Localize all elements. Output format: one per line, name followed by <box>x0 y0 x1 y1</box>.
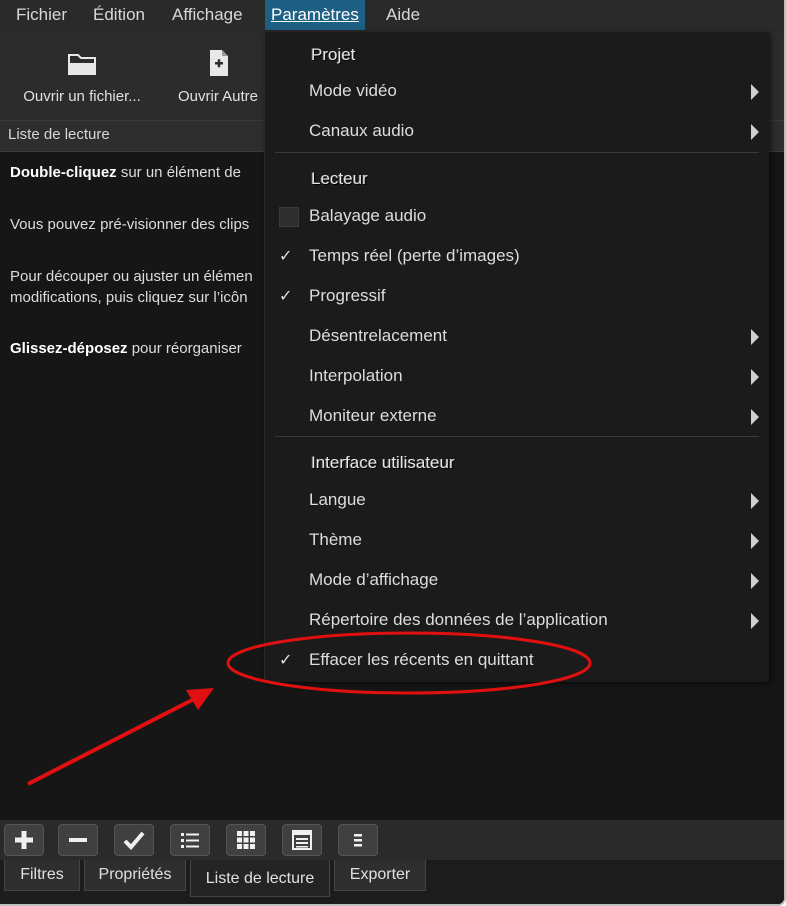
help-bold-1: Double-cliquez <box>10 164 117 181</box>
menu-item-balayage-audio[interactable]: Balayage audio <box>265 197 769 237</box>
menu-edition[interactable]: Édition <box>87 0 151 30</box>
help-text-4: pour réorganiser <box>127 340 242 357</box>
help-line-3b: modifications, puis cliquez sur l’icôn <box>10 289 248 306</box>
help-line-1: Double-cliquez sur un élément de <box>10 162 241 183</box>
tab-proprietes[interactable]: Propriétés <box>84 860 186 891</box>
menu-item-desentrelacement[interactable]: Désentrelacement <box>265 317 769 357</box>
plus-icon <box>15 831 33 849</box>
dock-tabs: Filtres Propriétés Liste de lecture Expo… <box>0 860 784 904</box>
file-plus-icon <box>210 50 228 76</box>
table-icon <box>292 830 312 850</box>
open-other-label: Ouvrir Autre <box>177 88 259 105</box>
submenu-arrow-icon <box>751 533 759 549</box>
help-line-3a: Pour découper ou ajuster un élémen <box>10 268 253 285</box>
menu-item-mode-affichage[interactable]: Mode d’affichage <box>265 561 769 601</box>
menu-item-mode-video[interactable]: Mode vidéo <box>265 72 769 112</box>
temps-reel-label: Temps réel (perte d’images) <box>309 246 520 265</box>
theme-label: Thème <box>309 530 362 549</box>
langue-label: Langue <box>309 490 366 509</box>
menu-item-repertoire[interactable]: Répertoire des données de l’application <box>265 601 769 641</box>
add-button[interactable] <box>4 824 44 856</box>
submenu-arrow-icon <box>751 573 759 589</box>
checkmark-icon <box>123 831 145 850</box>
open-file-label: Ouvrir un fichier... <box>23 88 141 105</box>
menu-item-theme[interactable]: Thème <box>265 521 769 561</box>
minus-icon <box>69 838 87 842</box>
mode-video-label: Mode vidéo <box>309 81 397 100</box>
submenu-arrow-icon <box>751 409 759 425</box>
section-interface: Interface utilisateur <box>311 453 455 472</box>
section-projet: Projet <box>311 45 356 64</box>
playlist-title: Liste de lecture <box>8 126 110 143</box>
remove-button[interactable] <box>58 824 98 856</box>
list-icon <box>181 833 199 848</box>
menu-item-langue[interactable]: Langue <box>265 481 769 521</box>
app-window: Fichier Édition Affichage Paramètres Aid… <box>0 0 786 906</box>
submenu-arrow-icon <box>751 493 759 509</box>
submenu-arrow-icon <box>751 613 759 629</box>
list-view-button[interactable] <box>170 824 210 856</box>
grid-icon <box>237 831 255 849</box>
parametres-dropdown: Projet Mode vidéo Canaux audio Lecteur B… <box>264 32 769 682</box>
checkbox-unchecked-icon <box>279 207 299 227</box>
canaux-audio-label: Canaux audio <box>309 121 414 140</box>
progressif-label: Progressif <box>309 286 386 305</box>
menu-item-moniteur-externe[interactable]: Moniteur externe <box>265 397 769 437</box>
help-bold-4: Glissez-déposez <box>10 340 128 357</box>
menu-item-canaux-audio[interactable]: Canaux audio <box>265 112 769 152</box>
open-file-button[interactable]: Ouvrir un fichier... <box>14 46 150 120</box>
menubar: Fichier Édition Affichage Paramètres Aid… <box>0 0 784 32</box>
checkmark-icon: ✓ <box>279 288 293 305</box>
menu-parametres[interactable]: Paramètres <box>265 0 365 30</box>
help-text-1: sur un élément de <box>116 164 241 181</box>
menu-item-progressif[interactable]: ✓ Progressif <box>265 277 769 317</box>
menu-separator <box>275 152 759 153</box>
submenu-arrow-icon <box>751 124 759 140</box>
desentrelacement-label: Désentrelacement <box>309 326 447 345</box>
balayage-audio-label: Balayage audio <box>309 206 427 225</box>
tab-filtres[interactable]: Filtres <box>4 860 80 891</box>
update-button[interactable] <box>114 824 154 856</box>
folder-icon <box>68 54 96 75</box>
checkmark-icon: ✓ <box>279 652 293 669</box>
menu-aide[interactable]: Aide <box>380 0 426 30</box>
checkmark-icon: ✓ <box>279 248 293 265</box>
menu-button[interactable] <box>338 824 378 856</box>
menu-separator <box>275 436 759 437</box>
interpolation-label: Interpolation <box>309 366 403 385</box>
open-other-button[interactable]: Ouvrir Autre <box>170 46 266 120</box>
help-line-4: Glissez-déposez pour réorganiser <box>10 338 242 359</box>
hamburger-icon <box>354 834 362 847</box>
playlist-toolbar <box>0 820 784 860</box>
menu-fichier[interactable]: Fichier <box>10 0 73 30</box>
help-line-2: Vous pouvez pré-visionner des clips <box>10 216 250 233</box>
submenu-arrow-icon <box>751 369 759 385</box>
grid-view-button[interactable] <box>226 824 266 856</box>
effacer-recents-label: Effacer les récents en quittant <box>309 650 534 669</box>
repertoire-label: Répertoire des données de l’application <box>309 610 608 629</box>
mode-affichage-label: Mode d’affichage <box>309 570 439 589</box>
tab-liste-de-lecture[interactable]: Liste de lecture <box>190 860 330 897</box>
menu-item-temps-reel[interactable]: ✓ Temps réel (perte d’images) <box>265 237 769 277</box>
menu-affichage[interactable]: Affichage <box>166 0 249 30</box>
tab-exporter[interactable]: Exporter <box>334 860 426 891</box>
menu-item-interpolation[interactable]: Interpolation <box>265 357 769 397</box>
menu-item-effacer-recents[interactable]: ✓ Effacer les récents en quittant <box>265 641 769 681</box>
submenu-arrow-icon <box>751 84 759 100</box>
section-lecteur: Lecteur <box>311 169 368 188</box>
detail-view-button[interactable] <box>282 824 322 856</box>
moniteur-externe-label: Moniteur externe <box>309 406 437 425</box>
submenu-arrow-icon <box>751 329 759 345</box>
